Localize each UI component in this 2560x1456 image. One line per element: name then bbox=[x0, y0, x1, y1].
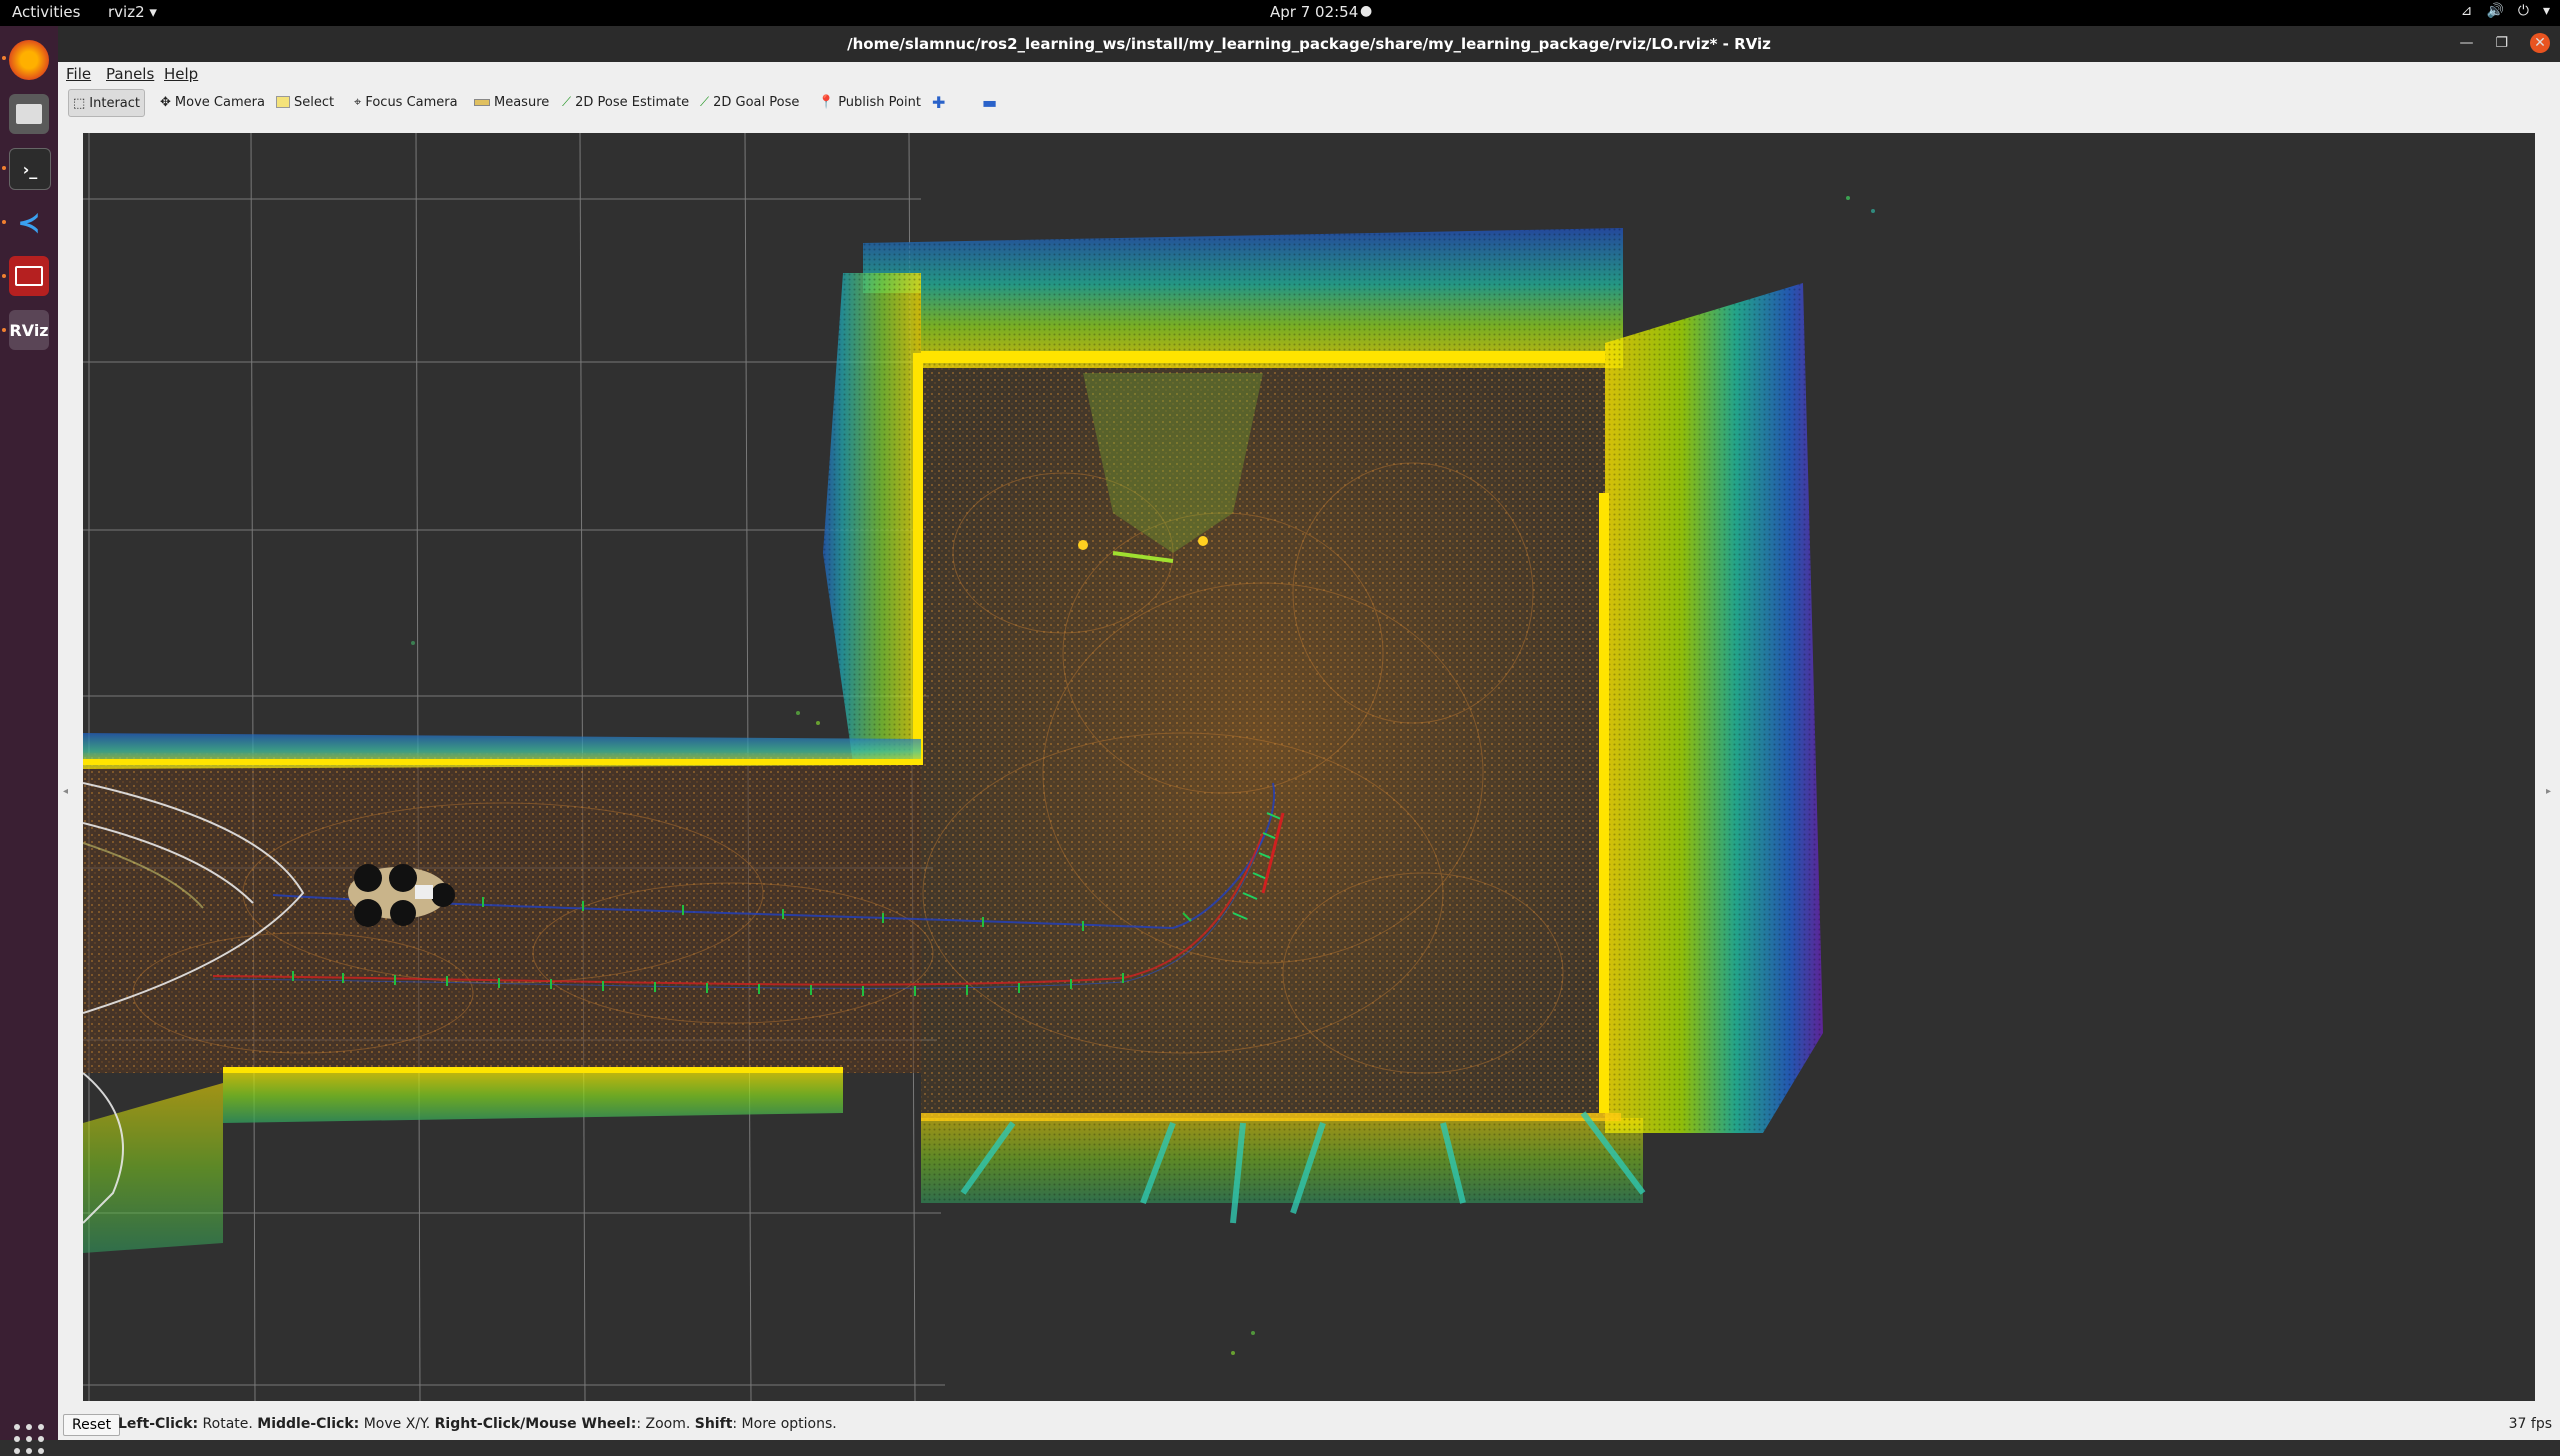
media-icon[interactable] bbox=[9, 256, 49, 296]
select-button[interactable]: Select bbox=[272, 89, 338, 115]
firefox-icon[interactable] bbox=[9, 40, 49, 80]
show-applications-icon[interactable] bbox=[12, 1422, 46, 1456]
system-top-bar: Activities rviz2 ▾ Apr 7 02:54 ● ⊿ 🔊 ⏻ ▾ bbox=[0, 0, 2560, 26]
hint-middle-click-text: Move X/Y. bbox=[359, 1416, 435, 1432]
select-label: Select bbox=[294, 94, 335, 110]
interact-label: Interact bbox=[89, 95, 141, 111]
menu-help[interactable]: Help bbox=[164, 65, 198, 83]
goal-pose-button[interactable]: ⟋ 2D Goal Pose bbox=[696, 89, 803, 115]
menu-bar: File Panels Help bbox=[58, 62, 2560, 84]
running-indicator bbox=[2, 56, 6, 60]
focus-camera-button[interactable]: ⌖ Focus Camera bbox=[350, 89, 462, 115]
minimize-icon[interactable]: — bbox=[2459, 35, 2473, 51]
move-camera-label: Move Camera bbox=[174, 94, 265, 110]
menu-panels[interactable]: Panels bbox=[106, 65, 154, 83]
remove-tool-icon[interactable]: ▬ bbox=[978, 89, 1001, 115]
status-bar: Reset Left-Click: Rotate. Middle-Click: … bbox=[58, 1409, 2560, 1440]
corridor-top-wall bbox=[83, 733, 921, 769]
cursor-icon: ⬚ bbox=[73, 95, 86, 111]
fps-readout: 37 fps bbox=[2508, 1416, 2552, 1432]
measure-button[interactable]: Measure bbox=[470, 89, 553, 115]
dock: ›_ ≺ RViz bbox=[0, 26, 58, 1454]
move-icon: ✥ bbox=[160, 94, 171, 110]
green-arrow-icon: ⟋ bbox=[562, 94, 572, 110]
room-left-wall bbox=[823, 273, 923, 765]
menu-file-label: File bbox=[66, 65, 92, 83]
interact-tool-button[interactable]: ⬚ Interact bbox=[68, 89, 146, 117]
publish-point-button[interactable]: 📍 Publish Point bbox=[814, 89, 925, 115]
window-title: /home/slamnuc/ros2_learning_ws/install/m… bbox=[847, 35, 1771, 53]
hint-right-click-label: Right-Click/Mouse Wheel: bbox=[434, 1416, 637, 1432]
goal-pose-label: 2D Goal Pose bbox=[713, 94, 800, 110]
menu-file[interactable]: File bbox=[66, 65, 91, 83]
vscode-icon[interactable]: ≺ bbox=[9, 202, 49, 242]
move-camera-button[interactable]: ✥ Move Camera bbox=[156, 89, 269, 115]
collapse-left-icon[interactable]: ◂ bbox=[63, 786, 68, 797]
tool-bar: ⬚ Interact ✥ Move Camera Select ⌖ Focus … bbox=[58, 84, 2560, 120]
hint-right-click-text: : Zoom. bbox=[636, 1416, 695, 1432]
files-icon[interactable] bbox=[9, 94, 49, 134]
menu-panels-label: Panels bbox=[106, 65, 155, 83]
close-icon[interactable]: ✕ bbox=[2530, 33, 2550, 53]
hint-middle-click-label: Middle-Click: bbox=[257, 1416, 360, 1432]
menu-help-label: Help bbox=[164, 65, 199, 83]
reset-button[interactable]: Reset bbox=[63, 1414, 121, 1436]
hint-shift-text: : More options. bbox=[732, 1416, 837, 1432]
hint-left-click-text: Rotate. bbox=[198, 1416, 258, 1432]
crosshair-icon: ⌖ bbox=[354, 94, 362, 110]
running-indicator bbox=[2, 166, 6, 170]
volume-icon[interactable]: 🔊 bbox=[2486, 3, 2503, 19]
terminal-icon[interactable]: ›_ bbox=[9, 148, 51, 190]
mouse-hint: Left-Click: Rotate. Middle-Click: Move X… bbox=[118, 1416, 837, 1432]
activities-button[interactable]: Activities bbox=[12, 3, 80, 21]
measure-label: Measure bbox=[494, 94, 550, 110]
running-indicator bbox=[2, 220, 6, 224]
room-bottom-wall bbox=[921, 1111, 1646, 1224]
rviz-window: /home/slamnuc/ros2_learning_ws/install/m… bbox=[58, 26, 2560, 1440]
collapse-right-icon[interactable]: ▸ bbox=[2546, 786, 2551, 797]
add-tool-icon[interactable]: ✚ bbox=[928, 89, 949, 115]
pose-estimate-label: 2D Pose Estimate bbox=[575, 94, 690, 110]
hint-shift-label: Shift bbox=[694, 1416, 733, 1432]
network-icon[interactable]: ⊿ bbox=[2461, 3, 2473, 19]
ruler-icon bbox=[474, 98, 490, 106]
maximize-icon[interactable]: ❐ bbox=[2495, 35, 2508, 51]
room-right-wall bbox=[1599, 283, 1823, 1133]
running-indicator bbox=[2, 328, 6, 332]
green-arrow-icon: ⟋ bbox=[700, 94, 710, 110]
publish-point-label: Publish Point bbox=[838, 94, 921, 110]
notification-dot: ● bbox=[1360, 3, 1373, 19]
pose-estimate-button[interactable]: ⟋ 2D Pose Estimate bbox=[558, 89, 693, 115]
room-top-wall bbox=[863, 228, 1623, 368]
power-icon[interactable]: ⏻ bbox=[2518, 3, 2529, 19]
map-pin-icon: 📍 bbox=[818, 94, 835, 110]
focus-camera-label: Focus Camera bbox=[365, 94, 458, 110]
app-menu[interactable]: rviz2 ▾ bbox=[108, 3, 157, 21]
hint-left-click-label: Left-Click: bbox=[118, 1416, 199, 1432]
corridor-bottom-wall bbox=[83, 1067, 843, 1253]
select-icon bbox=[276, 96, 290, 108]
point-cloud-scene bbox=[83, 133, 1875, 1401]
system-tray[interactable]: ⊿ 🔊 ⏻ ▾ bbox=[2461, 3, 2550, 19]
clock[interactable]: Apr 7 02:54 bbox=[1270, 3, 1358, 21]
rviz-icon[interactable]: RViz bbox=[9, 310, 49, 350]
chevron-down-icon[interactable]: ▾ bbox=[2543, 3, 2550, 19]
render-viewport[interactable] bbox=[83, 133, 2535, 1401]
window-titlebar[interactable]: /home/slamnuc/ros2_learning_ws/install/m… bbox=[58, 26, 2560, 62]
running-indicator bbox=[2, 274, 6, 278]
